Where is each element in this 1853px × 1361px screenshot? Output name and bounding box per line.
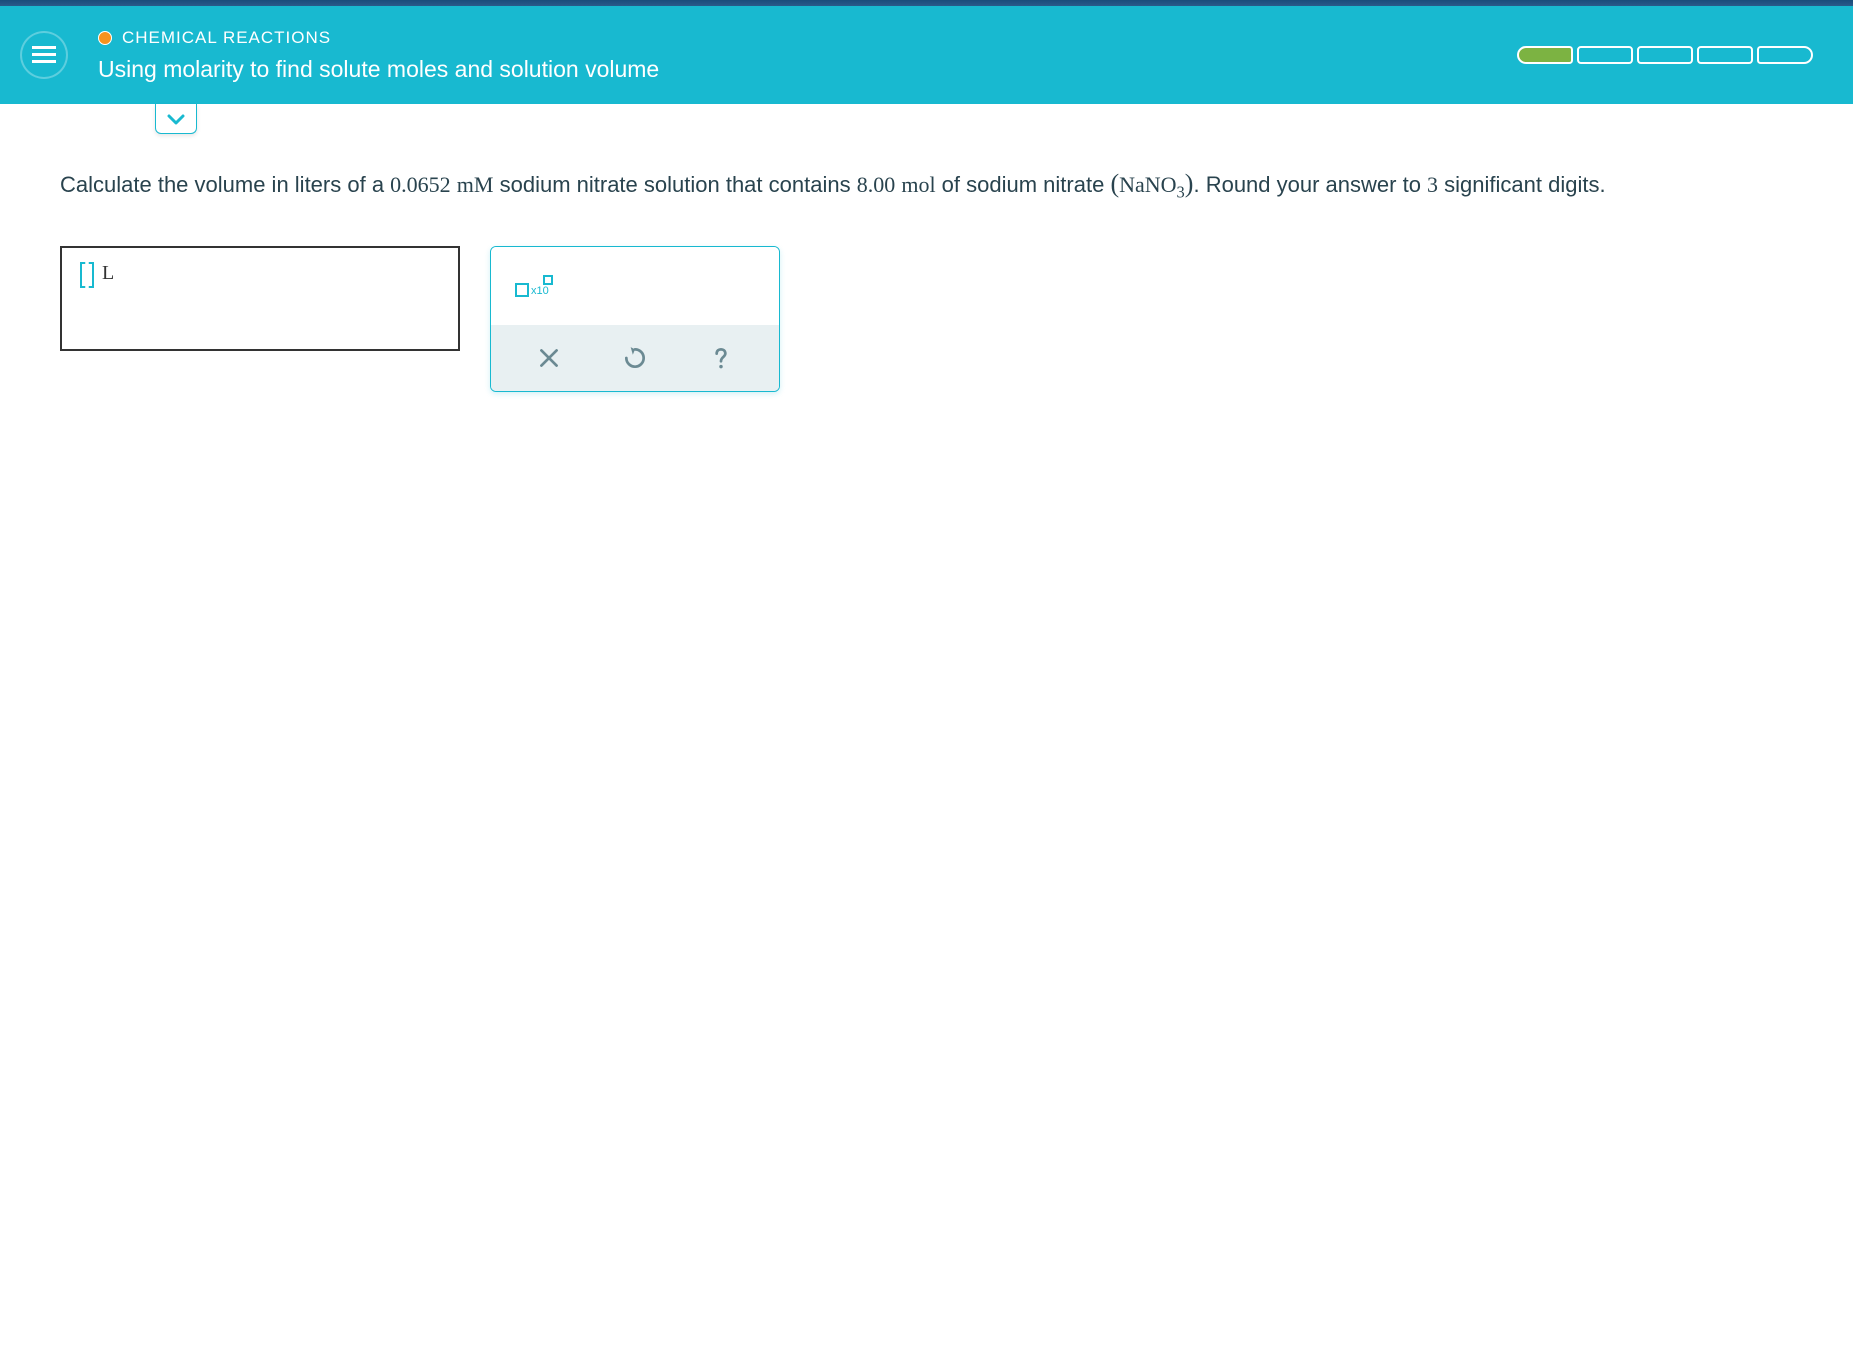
chevron-down-icon [167,113,185,125]
tool-bottom-row [491,325,779,391]
question-text: Calculate the volume in liters of a 0.06… [0,104,1853,236]
progress-segment-2 [1577,46,1633,64]
progress-segment-3 [1637,46,1693,64]
category-label: CHEMICAL REACTIONS [122,28,331,48]
q-sigdig: 3 [1427,172,1438,197]
q-post: . Round your answer to [1193,172,1427,197]
undo-icon [622,345,648,371]
undo-button[interactable] [610,338,660,378]
hamburger-icon [32,46,56,64]
tool-top-row: x10 [491,247,779,325]
header-bar: CHEMICAL REACTIONS Using molarity to fin… [0,6,1853,104]
content-area: Calculate the volume in liters of a 0.06… [0,104,1853,1361]
q-unit2: mol [901,172,935,197]
progress-bar [1517,46,1813,64]
q-post2: significant digits. [1438,172,1606,197]
menu-button[interactable] [20,31,68,79]
q-pre: Calculate the volume in liters of a [60,172,390,197]
q-formula-sub: 3 [1177,182,1185,201]
x10-label: x10 [531,285,549,297]
clear-button[interactable] [524,338,574,378]
header-text: CHEMICAL REACTIONS Using molarity to fin… [98,28,659,83]
q-unit1: mM [457,172,494,197]
help-button[interactable] [696,338,746,378]
q-formula: NaNO [1119,172,1176,197]
page-title: Using molarity to find solute moles and … [98,56,659,83]
question-icon [708,345,734,371]
q-mid1: sodium nitrate solution that contains [493,172,856,197]
q-val1: 0.0652 [390,172,451,197]
q-paren-open: ( [1110,169,1119,198]
category-dot-icon [98,31,112,45]
close-icon [536,345,562,371]
answer-row: L x10 [0,236,1853,402]
q-mid2: of sodium nitrate [936,172,1111,197]
progress-segment-1 [1517,46,1573,64]
input-cursor-icon [80,262,94,288]
progress-segment-4 [1697,46,1753,64]
answer-input[interactable]: L [60,246,460,351]
progress-segment-5 [1757,46,1813,64]
scientific-notation-button[interactable]: x10 [511,271,557,301]
mantissa-box-icon [515,283,529,297]
answer-unit: L [102,262,114,285]
q-val2: 8.00 [857,172,896,197]
category-row: CHEMICAL REACTIONS [98,28,659,48]
tool-panel: x10 [490,246,780,392]
collapse-toggle[interactable] [155,104,197,134]
